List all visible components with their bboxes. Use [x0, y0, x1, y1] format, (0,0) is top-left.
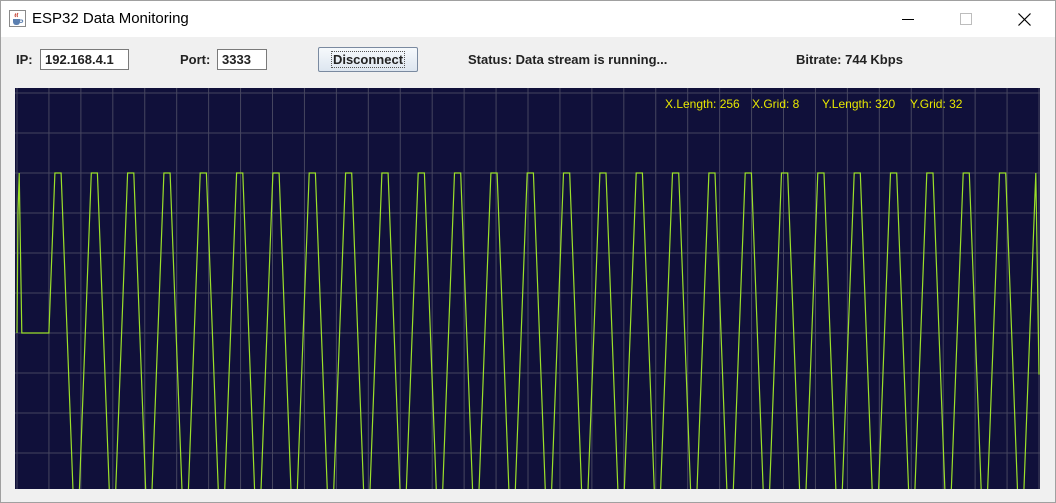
maximize-icon — [960, 13, 972, 25]
x-length-readout: X.Length: 256 — [665, 97, 740, 111]
minimize-icon — [902, 19, 914, 20]
close-button[interactable] — [995, 1, 1053, 37]
y-length-readout: Y.Length: 320 — [822, 97, 896, 111]
ip-label: IP: — [16, 52, 33, 67]
port-label: Port: — [180, 52, 211, 67]
window-title: ESP32 Data Monitoring — [32, 10, 189, 27]
minimize-button[interactable] — [879, 1, 937, 37]
status-text: Status: Data stream is running... — [468, 52, 668, 67]
port-field[interactable]: 3333 — [217, 49, 267, 70]
oscilloscope-plot: X.Length: 256 X.Grid: 8 Y.Length: 320 Y.… — [15, 88, 1040, 489]
disconnect-button[interactable]: Disconnect — [318, 47, 418, 72]
java-cup-icon — [9, 10, 26, 27]
close-icon — [1017, 12, 1031, 26]
maximize-button[interactable] — [937, 1, 995, 37]
bitrate-text: Bitrate: 744 Kbps — [796, 52, 903, 67]
oscilloscope-canvas — [15, 88, 1040, 489]
ip-field[interactable]: 192.168.4.1 — [40, 49, 129, 70]
x-grid-readout: X.Grid: 8 — [752, 97, 800, 111]
title-bar[interactable]: ESP32 Data Monitoring — [1, 1, 1055, 37]
y-grid-readout: Y.Grid: 32 — [910, 97, 963, 111]
app-window: ESP32 Data Monitoring IP: 192.168.4.1 Po… — [0, 0, 1056, 503]
connection-toolbar: IP: 192.168.4.1 Port: 3333 Disconnect St… — [1, 38, 1055, 84]
disconnect-button-label: Disconnect — [330, 51, 406, 68]
